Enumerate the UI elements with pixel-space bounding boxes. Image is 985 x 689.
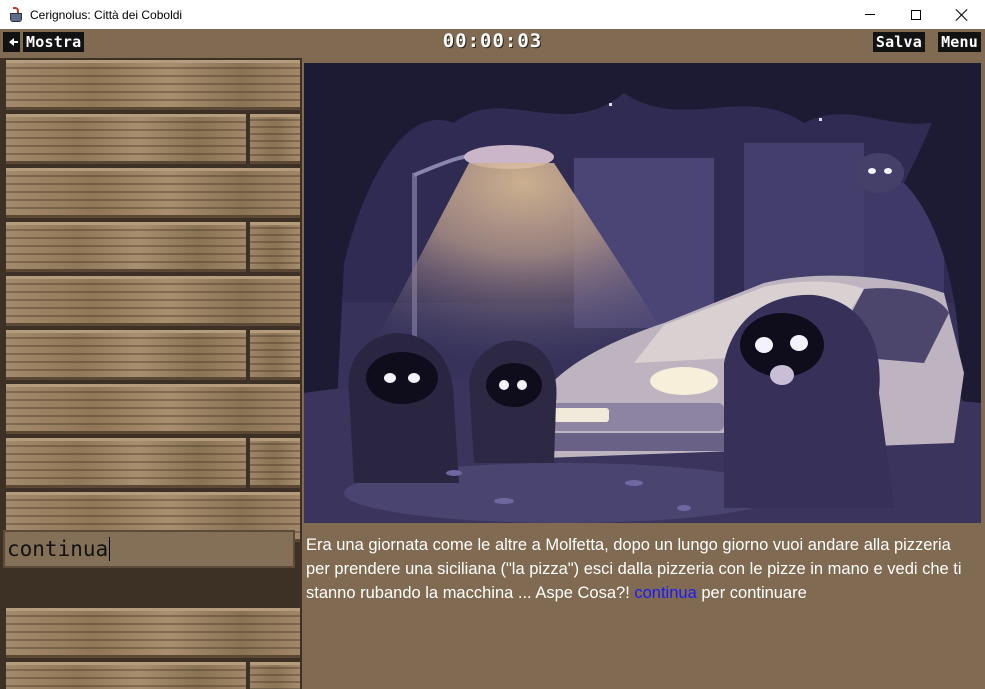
window-titlebar: Cerignolus: Città dei Coboldi bbox=[0, 0, 985, 29]
command-input[interactable] bbox=[5, 532, 293, 566]
close-button[interactable] bbox=[939, 0, 985, 29]
scene-illustration bbox=[304, 63, 981, 523]
game-area: Mostra 00:00:03 Salva Menu continua Era … bbox=[0, 29, 985, 689]
wood-plank bbox=[250, 222, 300, 272]
scene-image bbox=[304, 63, 981, 523]
wood-plank bbox=[6, 330, 246, 380]
story-text-end: per continuare bbox=[696, 584, 807, 602]
wood-plank bbox=[250, 330, 300, 380]
wood-plank bbox=[250, 438, 300, 488]
salva-button[interactable]: Salva bbox=[872, 32, 925, 52]
wood-panel bbox=[0, 58, 302, 689]
game-timer: 00:00:03 bbox=[442, 30, 543, 52]
command-input-box[interactable] bbox=[3, 530, 295, 568]
wood-plank bbox=[6, 662, 246, 689]
window-controls bbox=[847, 0, 985, 29]
java-cup-icon bbox=[8, 6, 24, 23]
text-caret bbox=[109, 537, 110, 561]
wood-plank bbox=[6, 114, 246, 164]
wood-plank bbox=[250, 662, 300, 689]
minimize-button[interactable] bbox=[847, 0, 893, 29]
story-text-area: Era una giornata come le altre a Molfett… bbox=[304, 530, 981, 688]
continua-link[interactable]: continua bbox=[634, 584, 696, 602]
wood-plank bbox=[250, 114, 300, 164]
wood-plank bbox=[6, 438, 246, 488]
wood-plank bbox=[6, 384, 300, 434]
game-toolbar: Mostra 00:00:03 Salva Menu bbox=[0, 29, 985, 55]
wood-plank bbox=[6, 608, 300, 658]
minimize-icon bbox=[865, 14, 875, 15]
maximize-icon bbox=[911, 9, 921, 20]
maximize-button[interactable] bbox=[893, 0, 939, 29]
close-icon bbox=[956, 9, 968, 21]
wood-plank bbox=[6, 60, 300, 110]
wood-plank bbox=[6, 222, 246, 272]
wood-plank bbox=[6, 168, 300, 218]
wood-plank bbox=[6, 276, 300, 326]
menu-button[interactable]: Menu bbox=[938, 32, 981, 52]
window-title: Cerignolus: Città dei Coboldi bbox=[30, 7, 183, 22]
